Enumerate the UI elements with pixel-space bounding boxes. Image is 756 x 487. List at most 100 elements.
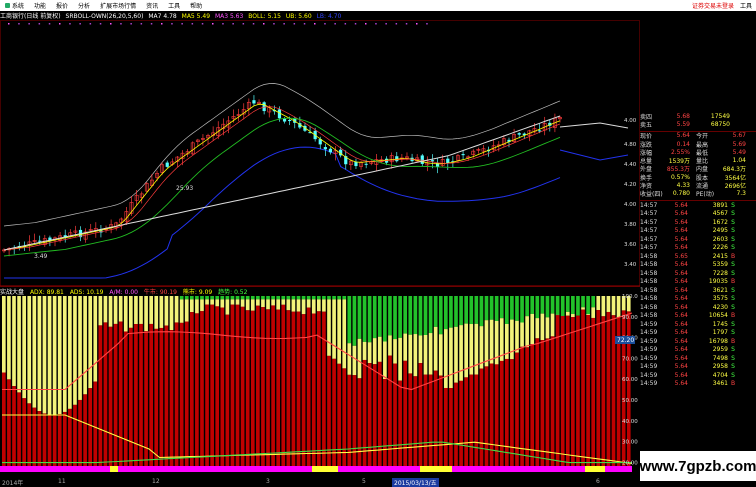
indicator-bar-red	[606, 311, 611, 466]
ma-mid-line	[3, 106, 561, 251]
indicator-bar-yellow	[367, 342, 372, 364]
tick-direction: S	[731, 329, 735, 337]
indicator-bar-green	[200, 296, 204, 300]
indicator-y-tick-label: 90.00	[622, 315, 638, 321]
indicator-bar-yellow	[418, 335, 423, 364]
cursor-date: 2015/03/13/五	[392, 478, 439, 487]
indicator-bar-green	[418, 296, 423, 336]
indicator-bar-red	[357, 378, 362, 466]
indicator-bar-red	[408, 373, 413, 466]
tick-price: 5.64	[674, 227, 688, 235]
indicator-bar-yellow	[17, 296, 21, 393]
indicator-bull: 牛市: 90.19	[143, 289, 177, 296]
tick-row[interactable]: 14:58 5.64 4230 S	[640, 303, 756, 312]
indicator-ads: ADS: 10.19	[69, 289, 104, 296]
indicator-bar-green	[403, 296, 408, 334]
indicator-bar-green	[250, 296, 255, 300]
signal-dot	[283, 23, 285, 25]
indicator-bar-yellow	[377, 336, 382, 362]
tick-volume: 2603	[712, 235, 728, 243]
tick-row[interactable]: 14:59 5.64 3461 B	[640, 379, 756, 388]
indicator-bar-red	[200, 311, 204, 466]
indicator-bar-yellow	[93, 296, 98, 382]
indicator-bar-green	[276, 296, 281, 300]
tick-row[interactable]: 14:57 5.64 1672 S	[640, 218, 756, 227]
tick-direction: S	[731, 371, 735, 379]
tick-row[interactable]: 14:59 5.64 1797 S	[640, 328, 756, 337]
indicator-bar-red	[129, 327, 133, 466]
indicator-y-tick-label: 40.00	[622, 419, 638, 425]
tick-row[interactable]: 14:58 5.64 3575 S	[640, 294, 756, 303]
indicator-bar-red	[428, 374, 433, 466]
tick-row[interactable]: 14:58 5.64 19035 B	[640, 277, 756, 286]
menu-item-tools-right[interactable]: 工具	[740, 1, 752, 10]
tick-list[interactable]: 14:57 5.64 3891 S 14:57 5.64 4567 S 14:57 5.64 167…	[640, 199, 756, 388]
signal-dot	[150, 23, 153, 25]
indicator-bar-yellow	[332, 299, 336, 359]
indicator-bar-red	[510, 359, 514, 466]
signal-dot	[18, 23, 20, 25]
quote-value: 5.49	[732, 148, 746, 156]
tick-row[interactable]: 14:58 5.64 7228 S	[640, 269, 756, 278]
indicator-bar-yellow	[179, 299, 184, 323]
site-watermark: www.7gpzb.com	[640, 451, 756, 481]
indicator-bar-red	[611, 315, 616, 466]
tick-row[interactable]: 14:57 5.64 2603 S	[640, 235, 756, 244]
tick-row[interactable]: 14:59 5.64 16798 B	[640, 337, 756, 346]
indicator-bar-green	[210, 296, 214, 300]
indicator-bar-green	[581, 296, 585, 308]
tick-direction: S	[731, 244, 735, 252]
indicator-bar-green	[342, 296, 347, 300]
tick-direction: S	[731, 320, 735, 328]
indicator-bar-yellow	[169, 296, 174, 331]
indicator-bar-yellow	[327, 299, 331, 356]
tick-row[interactable]: 14:57 5.64 2226 S	[640, 243, 756, 252]
indicator-bar-yellow	[189, 299, 194, 313]
indicator-bar-green	[469, 296, 474, 325]
indicator-bar-red	[52, 414, 57, 466]
indicator-bar-red	[459, 380, 463, 466]
indicator-bar-red	[195, 313, 199, 466]
tick-direction: S	[731, 201, 735, 209]
indicator-bar-green	[377, 296, 382, 337]
time-axis-label-1: 11	[58, 478, 66, 485]
indicator-bar-yellow	[174, 296, 179, 323]
indicator-bar-yellow	[403, 333, 408, 361]
indicator-bar-green	[591, 296, 596, 308]
quote-value: 2696亿	[724, 183, 746, 191]
candle-body	[252, 100, 256, 104]
chart-area[interactable]: 25.93 3.49 4.00 4.80 4.40 4.20 4.00 3.80 3.60 3…	[0, 0, 640, 477]
indicator-bar-yellow	[398, 337, 402, 381]
indicator-bar-green	[388, 296, 392, 336]
main-y-tick-label: 4.00	[624, 118, 637, 124]
indicator-bar-red	[571, 317, 575, 466]
tick-row[interactable]: 14:57 5.64 4567 S	[640, 209, 756, 218]
tick-row[interactable]: 14:58 5.64 5359 S	[640, 260, 756, 269]
ma-base-line	[3, 115, 561, 251]
indicator-bar-green	[464, 296, 468, 324]
quote-value: 5.69	[732, 140, 746, 148]
tick-row[interactable]: 14:57 5.64 3891 S	[640, 201, 756, 210]
indicator-bar-green	[383, 296, 387, 342]
trade-login-status[interactable]: 证券交易未登录	[692, 1, 734, 10]
indicator-bar-green	[266, 296, 270, 300]
tick-row[interactable]: 14:59 5.64 2958 S	[640, 362, 756, 371]
tick-row[interactable]: 14:57 5.64 2495 S	[640, 226, 756, 235]
tick-row[interactable]: 14:58 5.64 10654 B	[640, 311, 756, 320]
indicator-name: 实战大盘	[0, 289, 25, 296]
tick-row[interactable]: 14:58 5.64 3621 S	[640, 286, 756, 295]
tick-row[interactable]: 14:59 5.64 2959 S	[640, 345, 756, 354]
indicator-bar-yellow	[250, 299, 255, 311]
tick-row[interactable]: 14:59 5.64 1745 S	[640, 320, 756, 329]
tick-row[interactable]: 14:58 5.65 2415 B	[640, 252, 756, 261]
indicator-bar-red	[565, 315, 570, 466]
indicator-bar-green	[489, 296, 494, 320]
tick-time: 14:59	[640, 337, 658, 345]
tick-row[interactable]: 14:59 5.64 7498 S	[640, 354, 756, 363]
indicator-bar-red	[484, 366, 489, 466]
indicator-bar-yellow	[129, 296, 133, 328]
tick-direction: S	[731, 286, 735, 294]
tick-volume: 3621	[712, 286, 728, 294]
tick-price: 5.64	[674, 286, 688, 294]
tick-row[interactable]: 14:59 5.64 4704 S	[640, 371, 756, 380]
